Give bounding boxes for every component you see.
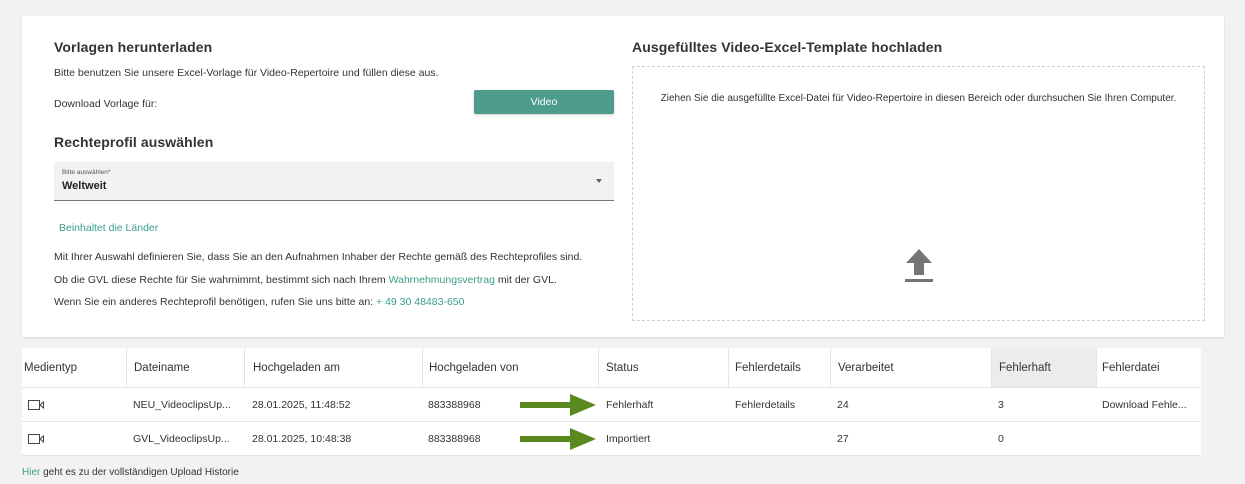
info-line-1: Mit Ihrer Auswahl definieren Sie, dass S…	[54, 251, 583, 263]
col-verarbeitet[interactable]: Verarbeitet	[830, 348, 991, 387]
arrow-right-icon	[520, 428, 596, 450]
faulty-count: 3	[998, 398, 1004, 411]
uploaded-at: 28.01.2025, 10:48:38	[252, 432, 352, 445]
col-dateiname[interactable]: Dateiname	[126, 348, 244, 387]
history-link[interactable]: Hier	[22, 467, 40, 478]
file-dropzone[interactable]: Ziehen Sie die ausgefüllte Excel-Datei f…	[632, 66, 1205, 321]
arrow-right-icon	[520, 394, 596, 416]
chevron-down-icon	[596, 179, 602, 183]
col-hochgeladen-am[interactable]: Hochgeladen am	[244, 348, 422, 387]
faulty-count: 0	[998, 432, 1004, 445]
table-row: NEU_VideoclipsUp... 28.01.2025, 11:48:52…	[22, 388, 1201, 422]
select-value: Weltweit	[62, 180, 107, 192]
table-header: Medientyp Dateiname Hochgeladen am Hochg…	[22, 348, 1201, 388]
download-title: Vorlagen herunterladen	[54, 39, 213, 55]
processed-count: 24	[837, 398, 849, 411]
phone-link[interactable]: + 49 30 48483-650	[376, 296, 464, 308]
history-text: geht es zu der vollständigen Upload Hist…	[40, 467, 239, 478]
info-line-2: Ob die GVL diese Rechte für Sie wahrnimm…	[54, 274, 557, 286]
upload-history-hint: Hier geht es zu der vollständigen Upload…	[22, 467, 239, 478]
processed-count: 27	[837, 432, 849, 445]
uploaded-by: 883388968	[428, 398, 481, 411]
info-line-3-text: Wenn Sie ein anderes Rechteprofil benöti…	[54, 296, 377, 308]
info-line-3: Wenn Sie ein anderes Rechteprofil benöti…	[54, 296, 464, 308]
info-line-2-end: mit der GVL.	[495, 274, 557, 286]
status-text: Importiert	[606, 432, 651, 445]
table-row: GVL_VideoclipsUp... 28.01.2025, 10:48:38…	[22, 422, 1201, 456]
rights-profile-select[interactable]: Bitte auswählen* Weltweit	[54, 162, 614, 201]
col-fehlerdatei[interactable]: Fehlerdatei	[1096, 348, 1201, 387]
upload-history-table: Medientyp Dateiname Hochgeladen am Hochg…	[22, 348, 1201, 456]
col-status[interactable]: Status	[598, 348, 728, 387]
col-fehlerhaft[interactable]: Fehlerhaft	[991, 348, 1096, 387]
filename-link[interactable]: NEU_VideoclipsUp...	[133, 388, 231, 421]
upload-icon[interactable]	[904, 248, 934, 284]
profile-title: Rechteprofil auswählen	[54, 134, 214, 150]
upload-title: Ausgefülltes Video-Excel-Template hochla…	[632, 39, 943, 55]
video-camera-icon	[28, 388, 44, 421]
countries-link[interactable]: Beinhaltet die Länder	[59, 222, 158, 234]
info-line-2-text: Ob die GVL diese Rechte für Sie wahrnimm…	[54, 274, 389, 286]
col-fehlerdetails[interactable]: Fehlerdetails	[728, 348, 830, 387]
uploaded-at: 28.01.2025, 11:48:52	[252, 398, 351, 411]
col-medientyp[interactable]: Medientyp	[22, 348, 126, 387]
dropzone-text: Ziehen Sie die ausgefüllte Excel-Datei f…	[660, 93, 1177, 104]
download-description: Bitte benutzen Sie unsere Excel-Vorlage …	[54, 67, 439, 79]
uploaded-by: 883388968	[428, 432, 481, 445]
video-download-button[interactable]: Video	[474, 90, 614, 114]
error-details-link[interactable]: Fehlerdetails	[735, 388, 795, 421]
download-error-file-link[interactable]: Download Fehle...	[1102, 388, 1187, 421]
video-camera-icon	[28, 422, 44, 455]
template-label: Download Vorlage für:	[54, 98, 158, 110]
status-text: Fehlerhaft	[606, 398, 654, 411]
contract-link[interactable]: Wahrnehmungsvertrag	[389, 274, 495, 286]
col-hochgeladen-von[interactable]: Hochgeladen von	[422, 348, 598, 387]
filename-link[interactable]: GVL_VideoclipsUp...	[133, 422, 230, 455]
select-label: Bitte auswählen*	[62, 169, 111, 176]
